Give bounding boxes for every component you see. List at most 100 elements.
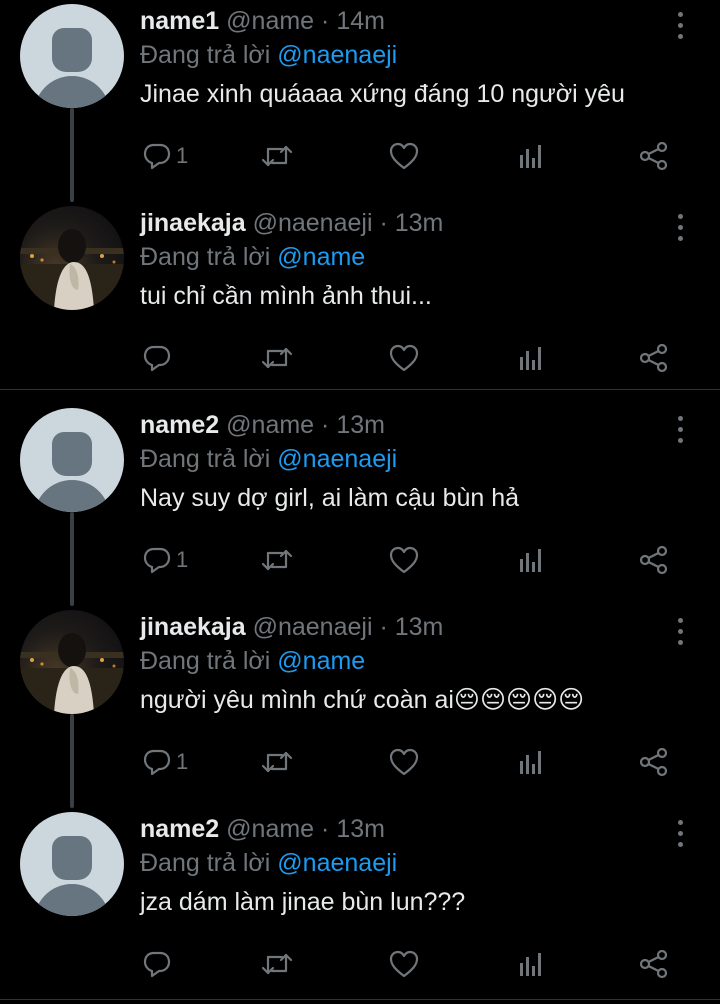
separator-dot: · xyxy=(321,7,330,35)
reply-prefix: Đang trả lời xyxy=(140,849,271,877)
retweet-button[interactable] xyxy=(260,946,294,982)
display-name[interactable]: jinaekaja xyxy=(140,209,246,237)
share-button[interactable] xyxy=(638,138,670,174)
action-bar: 1 xyxy=(140,542,700,582)
handle[interactable]: @naenaeji xyxy=(253,209,373,237)
separator-dot: · xyxy=(379,613,388,641)
display-name[interactable]: name1 xyxy=(140,7,219,35)
reply-context: Đang trả lời @name xyxy=(140,240,700,274)
handle[interactable]: @name xyxy=(226,815,314,843)
more-icon[interactable] xyxy=(678,416,684,446)
retweet-icon xyxy=(260,343,294,373)
action-bar: 1 xyxy=(140,138,700,178)
reply-mention[interactable]: @naenaeji xyxy=(277,41,397,69)
reply-context: Đang trả lời @naenaeji xyxy=(140,442,700,476)
retweet-button[interactable] xyxy=(260,744,294,780)
share-button[interactable] xyxy=(638,542,670,578)
share-button[interactable] xyxy=(638,744,670,780)
handle[interactable]: @name xyxy=(226,7,314,35)
like-icon xyxy=(388,949,420,979)
action-bar: 1 xyxy=(140,744,700,784)
reply-button[interactable]: 1 xyxy=(142,542,188,578)
retweet-icon xyxy=(260,545,294,575)
display-name[interactable]: name2 xyxy=(140,411,219,439)
handle[interactable]: @naenaeji xyxy=(253,613,373,641)
tweet-text: Jinae xinh quáaaa xứng đáng 10 người yêu xyxy=(140,80,625,108)
profile-photo xyxy=(20,610,124,714)
retweet-button[interactable] xyxy=(260,138,294,174)
like-button[interactable] xyxy=(388,542,420,578)
avatar[interactable] xyxy=(20,408,124,512)
reply-context: Đang trả lời @naenaeji xyxy=(140,38,700,72)
tweet-header: name2 @name · 13m xyxy=(140,812,700,846)
like-button[interactable] xyxy=(388,744,420,780)
timestamp[interactable]: 14m xyxy=(336,7,385,35)
divider xyxy=(0,999,720,1000)
analytics-icon xyxy=(516,343,546,373)
avatar[interactable] xyxy=(20,812,124,916)
reply-icon xyxy=(142,141,172,171)
reply-button[interactable]: 1 xyxy=(142,744,188,780)
more-icon[interactable] xyxy=(678,618,684,648)
like-button[interactable] xyxy=(388,946,420,982)
like-icon xyxy=(388,141,420,171)
profile-photo xyxy=(20,206,124,310)
share-button[interactable] xyxy=(638,946,670,982)
analytics-button[interactable] xyxy=(516,340,546,376)
analytics-button[interactable] xyxy=(516,138,546,174)
reply-button[interactable]: 1 xyxy=(142,138,188,174)
analytics-button[interactable] xyxy=(516,542,546,578)
tweet-header: name1 @name · 14m xyxy=(140,4,700,38)
timestamp[interactable]: 13m xyxy=(336,815,385,843)
reply-prefix: Đang trả lời xyxy=(140,41,271,69)
reply-mention[interactable]: @name xyxy=(277,647,365,675)
reply-icon xyxy=(142,747,172,777)
retweet-button[interactable] xyxy=(260,340,294,376)
like-button[interactable] xyxy=(388,340,420,376)
separator-dot: · xyxy=(321,815,330,843)
more-icon[interactable] xyxy=(678,12,684,42)
more-icon[interactable] xyxy=(678,820,684,850)
tweet-header: jinaekaja @naenaeji · 13m xyxy=(140,610,700,644)
tweet-header: name2 @name · 13m xyxy=(140,408,700,442)
reply-icon xyxy=(142,343,172,373)
avatar[interactable] xyxy=(20,206,124,310)
reply-context: Đang trả lời @name xyxy=(140,644,700,678)
avatar[interactable] xyxy=(20,610,124,714)
reply-mention[interactable]: @name xyxy=(277,243,365,271)
reply-mention[interactable]: @naenaeji xyxy=(277,445,397,473)
separator-dot: · xyxy=(321,411,330,439)
thread-line xyxy=(70,108,74,202)
analytics-icon xyxy=(516,747,546,777)
reply-mention[interactable]: @naenaeji xyxy=(277,849,397,877)
like-button[interactable] xyxy=(388,138,420,174)
timestamp[interactable]: 13m xyxy=(395,613,444,641)
timestamp[interactable]: 13m xyxy=(395,209,444,237)
reply-button[interactable] xyxy=(142,946,172,982)
reply-icon xyxy=(142,949,172,979)
timestamp[interactable]: 13m xyxy=(336,411,385,439)
retweet-icon xyxy=(260,141,294,171)
reply-prefix: Đang trả lời xyxy=(140,243,271,271)
tweet-header: jinaekaja @naenaeji · 13m xyxy=(140,206,700,240)
share-button[interactable] xyxy=(638,340,670,376)
handle[interactable]: @name xyxy=(226,411,314,439)
more-icon[interactable] xyxy=(678,214,684,244)
reply-context: Đang trả lời @naenaeji xyxy=(140,846,700,880)
share-icon xyxy=(638,545,670,575)
analytics-button[interactable] xyxy=(516,744,546,780)
analytics-icon xyxy=(516,949,546,979)
analytics-button[interactable] xyxy=(516,946,546,982)
reply-button[interactable] xyxy=(142,340,172,376)
retweet-icon xyxy=(260,747,294,777)
separator-dot: · xyxy=(379,209,388,237)
display-name[interactable]: jinaekaja xyxy=(140,613,246,641)
avatar[interactable] xyxy=(20,4,124,108)
reply-icon xyxy=(142,545,172,575)
action-bar xyxy=(140,340,700,380)
tweet-text: Nay suy dợ girl, ai làm cậu bùn hả xyxy=(140,484,520,512)
retweet-button[interactable] xyxy=(260,542,294,578)
reply-prefix: Đang trả lời xyxy=(140,647,271,675)
display-name[interactable]: name2 xyxy=(140,815,219,843)
reply-count: 1 xyxy=(176,143,189,168)
